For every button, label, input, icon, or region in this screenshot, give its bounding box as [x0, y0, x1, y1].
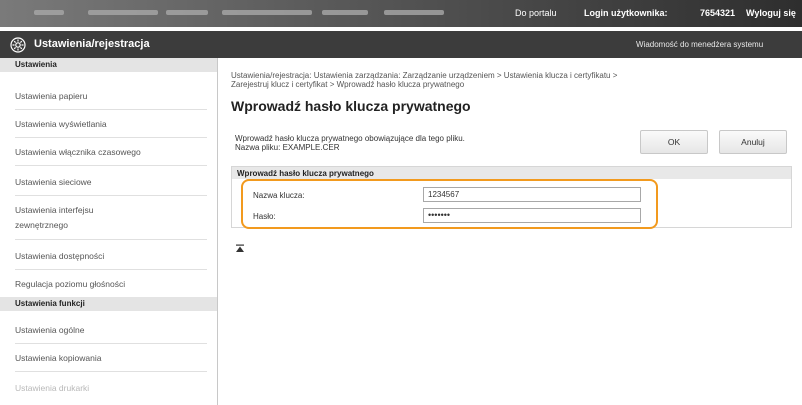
blurred-header-text	[322, 10, 368, 15]
sidebar-item-network[interactable]: Ustawienia sieciowe	[0, 177, 217, 187]
settings-gear-icon	[10, 37, 26, 53]
breadcrumb: Ustawienia/rejestracja: Ustawienia zarzą…	[231, 71, 761, 89]
sidebar-section-function-settings: Ustawienia funkcji	[0, 297, 217, 311]
sidebar-item-volume[interactable]: Regulacja poziomu głośności	[0, 279, 217, 289]
sidebar-divider	[15, 343, 207, 344]
ok-button[interactable]: OK	[640, 130, 708, 154]
logout-link[interactable]: Wyloguj się	[746, 8, 796, 18]
sidebar-divider	[15, 269, 207, 270]
scroll-to-top-icon[interactable]	[235, 244, 245, 254]
login-label: Login użytkownika:	[584, 8, 668, 18]
breadcrumb-line[interactable]: Ustawienia/rejestracja: Ustawienia zarzą…	[231, 71, 761, 80]
page-title: Ustawienia/rejestracja	[34, 38, 150, 50]
sidebar-item-external-interface[interactable]: Ustawienia interfejsu zewnętrznego	[0, 203, 130, 233]
sidebar-divider	[15, 137, 207, 138]
title-bar: Ustawienia/rejestracja Wiadomość do mene…	[0, 31, 802, 58]
sidebar-item-copy[interactable]: Ustawienia kopiowania	[0, 353, 217, 363]
sidebar-divider	[15, 371, 207, 372]
portal-link[interactable]: Do portalu	[515, 8, 557, 18]
top-bar: Do portalu Login użytkownika: 7654321 Wy…	[0, 0, 802, 27]
blurred-header-text	[88, 10, 158, 15]
description: Wprowadź hasło klucza prywatnego obowiąz…	[235, 134, 465, 152]
sidebar-divider	[15, 195, 207, 196]
breadcrumb-line[interactable]: Zarejestruj klucz i certyfikat > Wprowad…	[231, 80, 761, 89]
sidebar-item-printer[interactable]: Ustawienia drukarki	[0, 383, 217, 393]
blurred-header-text	[222, 10, 312, 15]
page-heading: Wprowadź hasło klucza prywatnego	[231, 98, 471, 114]
sidebar-divider	[15, 165, 207, 166]
section-title: Wprowadź hasło klucza prywatnego	[232, 167, 791, 179]
cancel-button[interactable]: Anuluj	[719, 130, 787, 154]
sidebar-divider	[15, 239, 207, 240]
login-value: 7654321	[700, 8, 736, 18]
sidebar-item-accessibility[interactable]: Ustawienia dostępności	[0, 251, 217, 261]
file-name-text: Nazwa pliku: EXAMPLE.CER	[235, 143, 340, 152]
sidebar-item-paper[interactable]: Ustawienia papieru	[0, 91, 217, 101]
sidebar-item-timer[interactable]: Ustawienia włącznika czasowego	[0, 147, 217, 157]
sidebar-section-settings: Ustawienia	[0, 58, 217, 72]
input-highlight-frame	[241, 179, 658, 229]
description-text: Wprowadź hasło klucza prywatnego obowiąz…	[235, 134, 465, 143]
sidebar: Ustawienia Ustawienia papieru Ustawienia…	[0, 58, 218, 405]
blurred-header-text	[34, 10, 64, 15]
sidebar-item-general[interactable]: Ustawienia ogólne	[0, 325, 217, 335]
sidebar-divider	[15, 109, 207, 110]
blurred-header-text	[166, 10, 208, 15]
message-to-admin-link[interactable]: Wiadomość do menedżera systemu	[636, 40, 763, 49]
sidebar-item-display[interactable]: Ustawienia wyświetlania	[0, 119, 217, 129]
blurred-header-text	[384, 10, 444, 15]
